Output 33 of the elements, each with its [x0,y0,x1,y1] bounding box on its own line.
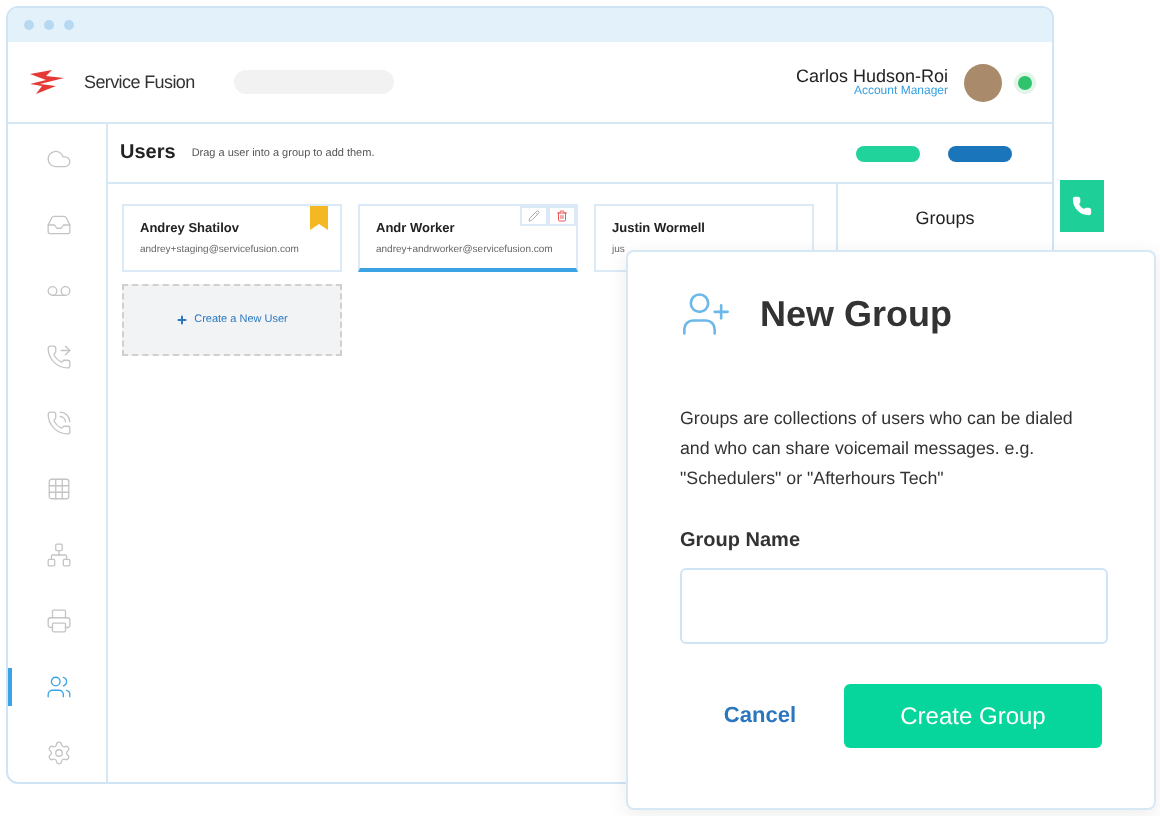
hierarchy-icon [46,542,72,568]
trash-icon [556,210,568,222]
page-title: Users [120,142,176,164]
cloud-icon [46,146,72,172]
avatar[interactable] [964,63,1002,101]
keypad-icon [46,476,72,502]
field-label: Group Name [680,530,803,552]
cancel-button[interactable]: Cancel [723,704,796,728]
window-dot [44,20,54,30]
brand-name: Service Fusion [84,72,195,92]
delete-button[interactable] [548,206,576,226]
phone-forward-icon [46,344,72,370]
user-add-icon [680,288,732,340]
phone-icon [46,410,72,436]
edit-button[interactable] [520,206,548,226]
group-name-field[interactable] [680,568,1108,644]
logo-icon [28,68,68,96]
phone-button[interactable] [1060,180,1104,232]
printer-icon [46,608,72,634]
settings-icon [46,740,72,766]
action-button[interactable] [948,145,1012,161]
window-dot [24,20,34,30]
dialog-description: Groups are collections of users who can be dialed and who can share voicemail messages. e.g. "Schedulers" or "Afterhours Tech" [680,406,1075,492]
plus-icon [176,314,189,326]
inbox-icon [46,212,72,238]
groups-title: Groups [915,208,975,228]
bookmark-icon[interactable] [310,206,328,230]
pencil-icon [528,210,540,222]
window-dot [64,20,74,30]
phone-icon [1072,196,1092,216]
user-name: Carlos Hudson-Roi [795,66,948,86]
dialog-title: New Group [760,293,953,335]
users-icon [46,674,72,700]
